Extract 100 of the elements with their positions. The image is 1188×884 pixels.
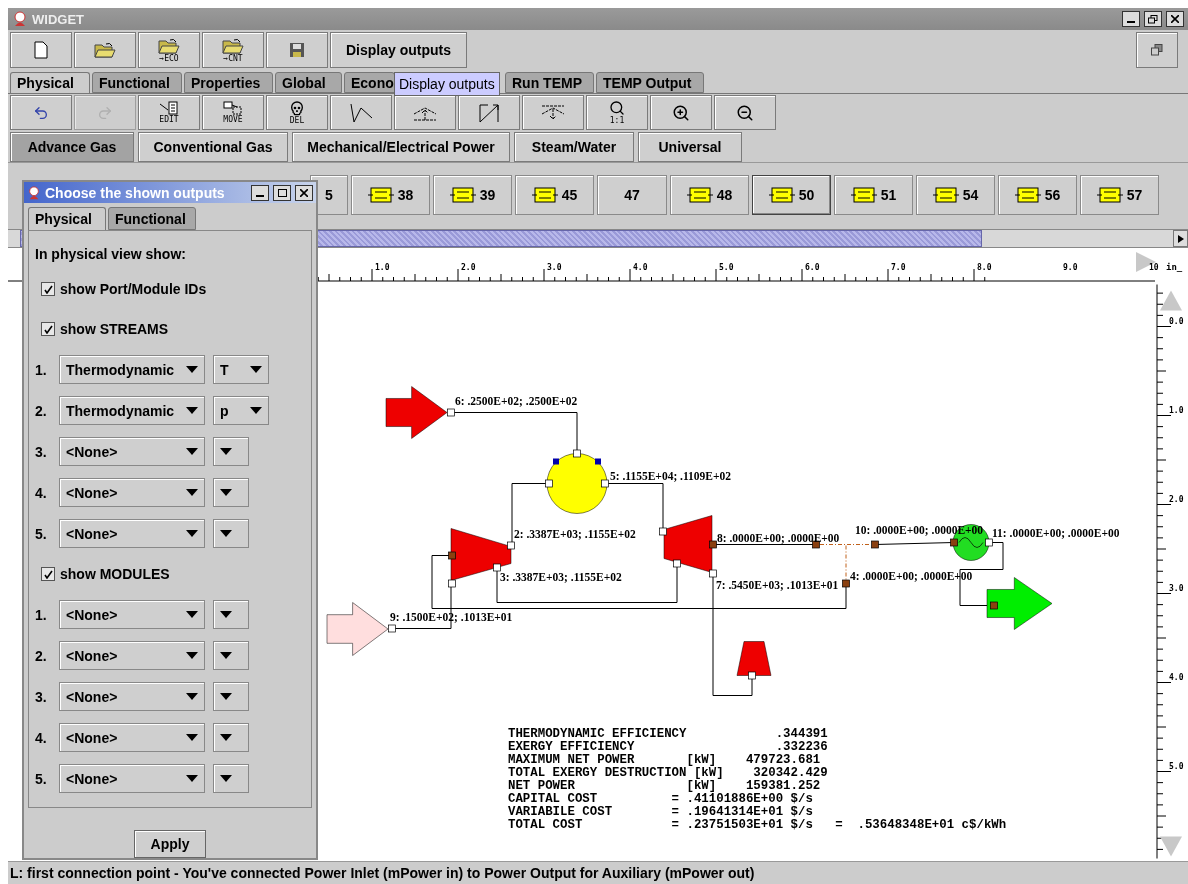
category-tab[interactable]: Conventional Gas bbox=[138, 132, 288, 162]
tab[interactable]: Physical bbox=[10, 72, 90, 93]
variable-dropdown[interactable] bbox=[213, 519, 249, 549]
dropdown-arrow-icon bbox=[186, 366, 198, 374]
variable-dropdown[interactable] bbox=[213, 682, 249, 712]
ruler-label: 0.0 bbox=[1169, 316, 1184, 326]
palette-item[interactable]: 47 bbox=[597, 175, 667, 215]
variable-dropdown[interactable] bbox=[213, 641, 249, 671]
port-marker bbox=[601, 479, 609, 488]
variable-dropdown[interactable] bbox=[213, 437, 249, 467]
toolbar-button[interactable]: →ECO bbox=[138, 32, 200, 68]
display-outputs-button[interactable]: Display outputs bbox=[330, 32, 467, 68]
minimize-button[interactable] bbox=[251, 184, 269, 201]
tab[interactable]: Properties bbox=[184, 72, 273, 93]
palette-item[interactable]: 57 bbox=[1080, 175, 1159, 215]
tool-button[interactable] bbox=[714, 95, 776, 130]
tool-button[interactable]: 1:1 bbox=[586, 95, 648, 130]
outlet-arrow[interactable] bbox=[986, 577, 1053, 630]
tab[interactable]: Run TEMP bbox=[505, 72, 594, 93]
quantity-dropdown[interactable]: <None> bbox=[59, 764, 205, 794]
variable-dropdown[interactable] bbox=[213, 723, 249, 753]
restore-view-button[interactable] bbox=[1136, 32, 1178, 68]
minimize-button[interactable] bbox=[1122, 11, 1140, 27]
folder-icon bbox=[222, 37, 244, 54]
results-line: MAXIMUM NET POWER [kW] 479723.681 bbox=[508, 752, 821, 767]
tool-button[interactable]: MOVE bbox=[202, 95, 264, 130]
compressor-shape[interactable] bbox=[450, 528, 512, 581]
palette-item[interactable]: 39 bbox=[433, 175, 512, 215]
quantity-dropdown[interactable]: <None> bbox=[59, 600, 205, 630]
restore-button[interactable] bbox=[1144, 11, 1162, 27]
results-line: VARIABILE COST = .19641314E+01 $/s bbox=[508, 805, 813, 820]
move-icon bbox=[223, 101, 243, 115]
category-tab[interactable]: Universal bbox=[638, 132, 742, 162]
palette-item[interactable]: 54 bbox=[916, 175, 995, 215]
combustor-node[interactable] bbox=[546, 453, 608, 514]
dialog-tab[interactable]: Functional bbox=[108, 207, 196, 231]
dialog-tab[interactable]: Physical bbox=[28, 207, 106, 231]
dropdown-arrow-icon bbox=[220, 652, 232, 660]
row-index: 2. bbox=[35, 647, 48, 664]
tab[interactable]: TEMP Output bbox=[596, 72, 704, 93]
palette-item[interactable]: 48 bbox=[670, 175, 749, 215]
palette-item[interactable]: 50 bbox=[752, 175, 831, 215]
connect-down-icon bbox=[540, 103, 566, 122]
toolbar-button[interactable] bbox=[74, 32, 136, 68]
dropdown-arrow-icon bbox=[220, 489, 232, 497]
app-logo-icon bbox=[12, 11, 28, 27]
tool-button[interactable] bbox=[650, 95, 712, 130]
turbine-shape[interactable] bbox=[663, 515, 713, 573]
variable-dropdown[interactable]: T bbox=[213, 355, 269, 385]
category-tab[interactable]: Advance Gas bbox=[10, 132, 134, 162]
quantity-dropdown[interactable]: <None> bbox=[59, 519, 205, 549]
checkbox[interactable] bbox=[41, 282, 55, 297]
scroll-right-button[interactable] bbox=[1173, 230, 1188, 247]
toolbar-button[interactable]: →CNT bbox=[202, 32, 264, 68]
scroll-right-triangle-icon[interactable] bbox=[1136, 252, 1156, 272]
palette-item[interactable]: 45 bbox=[515, 175, 594, 215]
tab[interactable]: Functional bbox=[92, 72, 182, 93]
magnifier-icon bbox=[609, 100, 625, 116]
dropdown-arrow-icon bbox=[220, 448, 232, 456]
port-marker bbox=[388, 624, 396, 633]
quantity-dropdown[interactable]: Thermodynamic bbox=[59, 355, 205, 385]
tab[interactable]: Econo bbox=[344, 72, 395, 93]
polyline-icon bbox=[348, 101, 374, 124]
tab[interactable]: Global bbox=[275, 72, 342, 93]
row-index: 3. bbox=[35, 688, 48, 705]
component-icon bbox=[768, 185, 795, 205]
quantity-dropdown[interactable]: <None> bbox=[59, 641, 205, 671]
checkbox[interactable] bbox=[41, 567, 55, 582]
quantity-dropdown[interactable]: <None> bbox=[59, 723, 205, 753]
dropdown-arrow-icon bbox=[220, 693, 232, 701]
pump-shape[interactable] bbox=[736, 641, 772, 676]
palette-item[interactable]: 51 bbox=[834, 175, 913, 215]
quantity-dropdown[interactable]: <None> bbox=[59, 437, 205, 467]
quantity-dropdown[interactable]: <None> bbox=[59, 478, 205, 508]
variable-dropdown[interactable]: p bbox=[213, 396, 269, 426]
apply-button[interactable]: Apply bbox=[134, 830, 206, 858]
toolbar-button[interactable] bbox=[266, 32, 328, 68]
palette-item[interactable]: 38 bbox=[351, 175, 430, 215]
dropdown-arrow-icon bbox=[186, 489, 198, 497]
ruler-label: 2.0 bbox=[1169, 494, 1184, 504]
checkbox[interactable] bbox=[41, 322, 55, 337]
variable-dropdown[interactable] bbox=[213, 478, 249, 508]
category-tab[interactable]: Steam/Water bbox=[514, 132, 634, 162]
toolbar-button[interactable] bbox=[10, 32, 72, 68]
power-line[interactable] bbox=[819, 544, 872, 545]
close-button[interactable] bbox=[295, 184, 313, 201]
category-tab[interactable]: Mechanical/Electrical Power bbox=[292, 132, 510, 162]
folder-icon bbox=[158, 37, 180, 54]
quantity-dropdown[interactable]: Thermodynamic bbox=[59, 396, 205, 426]
palette-item[interactable]: 56 bbox=[998, 175, 1077, 215]
tool-button[interactable]: EDIT bbox=[138, 95, 200, 130]
variable-dropdown[interactable] bbox=[213, 600, 249, 630]
variable-dropdown[interactable] bbox=[213, 764, 249, 794]
stream-line[interactable] bbox=[431, 555, 847, 609]
component-icon bbox=[686, 185, 713, 205]
inlet-arrow[interactable] bbox=[385, 386, 448, 439]
maximize-button[interactable] bbox=[273, 184, 291, 201]
close-button[interactable] bbox=[1166, 11, 1184, 27]
tool-button[interactable]: DEL bbox=[266, 95, 328, 130]
quantity-dropdown[interactable]: <None> bbox=[59, 682, 205, 712]
